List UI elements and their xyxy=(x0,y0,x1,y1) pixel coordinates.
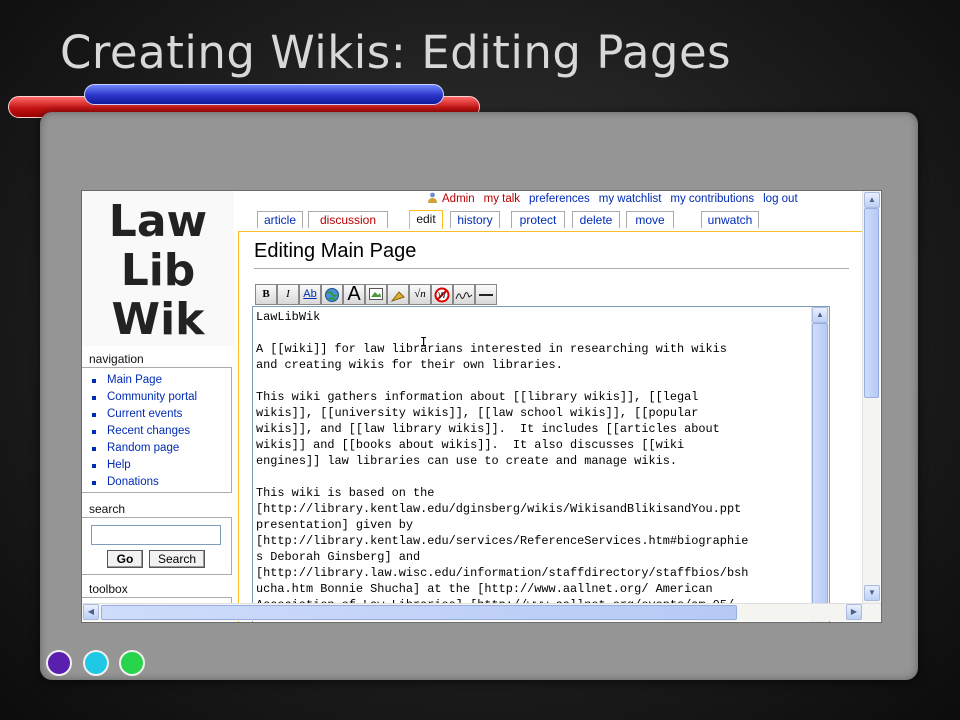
text-cursor-icon: I xyxy=(420,335,428,349)
tab-move[interactable]: move xyxy=(626,211,674,228)
logout-link[interactable]: log out xyxy=(763,193,798,205)
nav-item-current-events[interactable]: Current events xyxy=(82,406,231,423)
preferences-link[interactable]: preferences xyxy=(529,193,590,205)
tab-protect[interactable]: protect xyxy=(511,211,565,228)
user-link[interactable]: Admin xyxy=(442,193,475,205)
navigation-label: navigation xyxy=(89,352,144,366)
scroll-up-icon[interactable]: ▲ xyxy=(812,307,828,323)
tab-edit[interactable]: edit xyxy=(409,210,443,229)
decorative-green-dot xyxy=(119,650,145,676)
editor-text: LawLibWik A [[wiki]] for law librarians … xyxy=(256,310,749,612)
nav-item-random-page[interactable]: Random page xyxy=(82,440,231,457)
logo-area: Law Lib Wik xyxy=(82,191,234,346)
italic-icon[interactable]: I xyxy=(277,284,299,305)
signature-icon[interactable] xyxy=(453,284,475,305)
image-icon[interactable] xyxy=(365,284,387,305)
wiki-screenshot: Law Lib Wik navigation Main Page Communi… xyxy=(81,190,882,623)
search-button[interactable]: Search xyxy=(149,550,205,568)
headline-icon[interactable]: A xyxy=(343,284,365,305)
navigation-portlet: Main Page Community portal Current event… xyxy=(82,367,232,493)
search-input[interactable] xyxy=(91,525,221,545)
nav-item-help[interactable]: Help xyxy=(82,457,231,474)
page-scroll-thumb[interactable] xyxy=(864,208,879,398)
nav-item-community-portal[interactable]: Community portal xyxy=(82,389,231,406)
site-logo[interactable]: Law Lib Wik xyxy=(92,197,224,344)
decorative-cyan-dot xyxy=(83,650,109,676)
scroll-right-icon[interactable]: ▶ xyxy=(846,604,862,620)
my-talk-link[interactable]: my talk xyxy=(484,193,520,205)
edit-content: Editing Main Page B I Ab A √n W LawLibWi… xyxy=(238,231,862,622)
nav-item-main-page[interactable]: Main Page xyxy=(82,372,231,389)
math-icon[interactable]: √n xyxy=(409,284,431,305)
scroll-left-icon[interactable]: ◀ xyxy=(83,604,99,620)
nav-item-recent-changes[interactable]: Recent changes xyxy=(82,423,231,440)
search-label: search xyxy=(89,502,126,516)
tab-history[interactable]: history xyxy=(450,211,500,228)
media-icon[interactable] xyxy=(387,284,409,305)
nav-item-donations[interactable]: Donations xyxy=(82,474,231,491)
heading-divider xyxy=(254,268,849,269)
horizontal-scroll-thumb[interactable] xyxy=(101,605,737,620)
go-button[interactable]: Go xyxy=(107,550,143,568)
page-vertical-scrollbar[interactable]: ▲ ▼ xyxy=(862,191,880,603)
tab-delete[interactable]: delete xyxy=(572,211,620,228)
user-icon xyxy=(428,192,437,203)
contributions-link[interactable]: my contributions xyxy=(670,193,754,205)
tab-article[interactable]: article xyxy=(257,211,303,228)
page-heading: Editing Main Page xyxy=(254,240,417,262)
watchlist-link[interactable]: my watchlist xyxy=(599,193,662,205)
slide-title: Creating Wikis: Editing Pages xyxy=(60,26,732,79)
svg-text:W: W xyxy=(438,291,446,300)
search-portlet: Go Search xyxy=(82,517,232,575)
personal-links: Admin my talk preferences my watchlist my co… xyxy=(427,191,807,208)
page-horizontal-scrollbar[interactable]: ◀ ▶ xyxy=(82,603,881,621)
horizontal-line-icon[interactable] xyxy=(475,284,497,305)
decorative-blue-bar xyxy=(84,84,444,105)
editor-vertical-scrollbar[interactable]: ▲ xyxy=(811,307,829,622)
decorative-purple-dot xyxy=(46,650,72,676)
page-scroll-up-icon[interactable]: ▲ xyxy=(864,192,880,208)
toolbox-label: toolbox xyxy=(89,582,128,596)
edit-textarea[interactable]: LawLibWik A [[wiki]] for law librarians … xyxy=(252,306,830,622)
tab-unwatch[interactable]: unwatch xyxy=(701,211,759,228)
editor-scroll-thumb[interactable] xyxy=(812,323,828,607)
bold-icon[interactable]: B xyxy=(255,284,277,305)
page-scroll-down-icon[interactable]: ▼ xyxy=(864,585,880,601)
navigation-list: Main Page Community portal Current event… xyxy=(82,368,231,491)
internal-link-icon[interactable]: Ab xyxy=(299,284,321,305)
external-link-icon[interactable] xyxy=(321,284,343,305)
nowiki-icon[interactable]: W xyxy=(431,284,453,305)
tab-discussion[interactable]: discussion xyxy=(308,211,388,228)
